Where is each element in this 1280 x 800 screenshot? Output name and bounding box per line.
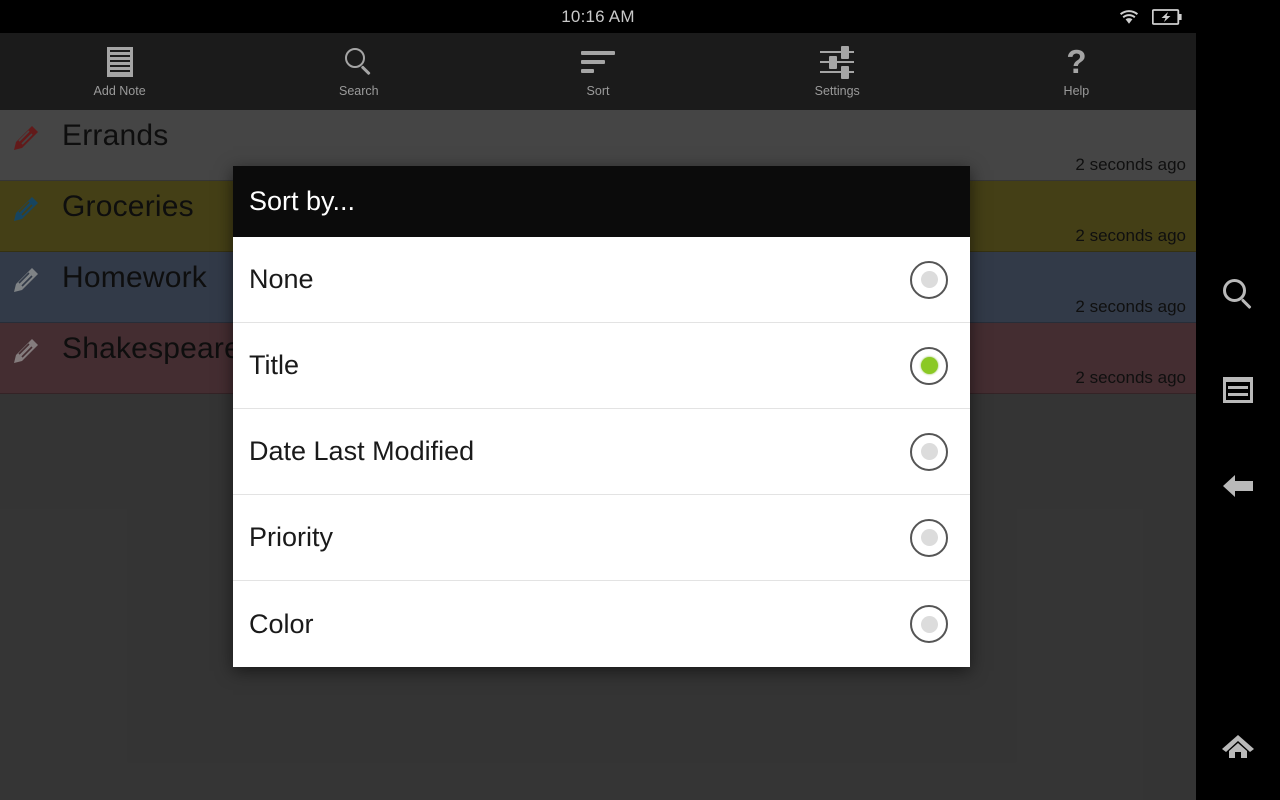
pencil-icon xyxy=(14,197,38,221)
sort-option-date-last-modified[interactable]: Date Last Modified xyxy=(233,409,970,495)
action-sort[interactable]: Sort xyxy=(478,33,717,110)
search-icon xyxy=(1223,279,1253,310)
status-bar: 10:16 AM xyxy=(0,0,1196,33)
pencil-icon xyxy=(14,126,38,150)
nav-home-button[interactable] xyxy=(1196,698,1280,794)
sort-option-title[interactable]: Title xyxy=(233,323,970,409)
note-timestamp: 2 seconds ago xyxy=(1075,226,1186,245)
note-title: Homework xyxy=(62,261,207,294)
radio-dot xyxy=(920,529,938,546)
note-title: Errands xyxy=(62,119,169,152)
device-viewport: 10:16 AM Add Note Search Sort Settings ?… xyxy=(0,0,1196,800)
radio-button[interactable] xyxy=(910,432,948,471)
action-sort-label: Sort xyxy=(586,83,610,98)
sort-option-label: Title xyxy=(249,350,300,380)
radio-button-selected[interactable] xyxy=(910,346,948,385)
action-search-label: Search xyxy=(339,83,379,98)
action-add-note[interactable]: Add Note xyxy=(0,33,239,110)
action-help-label: Help xyxy=(1063,83,1090,98)
nav-back-button[interactable] xyxy=(1196,438,1280,534)
action-search[interactable]: Search xyxy=(239,33,478,110)
note-timestamp: 2 seconds ago xyxy=(1075,368,1186,387)
sort-option-list: None Title Date Last Modified Priority Color xyxy=(233,237,970,667)
action-settings[interactable]: Settings xyxy=(718,33,957,110)
action-settings-label: Settings xyxy=(814,83,860,98)
back-arrow-icon xyxy=(1223,475,1253,497)
sort-option-label: Priority xyxy=(249,522,334,552)
action-add-note-label: Add Note xyxy=(93,83,146,98)
radio-dot xyxy=(920,271,938,288)
status-bar-icons xyxy=(1118,0,1182,33)
sort-option-label: Date Last Modified xyxy=(249,436,475,466)
note-title: Groceries xyxy=(62,190,194,223)
radio-dot xyxy=(920,443,938,460)
sort-option-color[interactable]: Color xyxy=(233,581,970,667)
sort-option-priority[interactable]: Priority xyxy=(233,495,970,581)
help-question-icon: ? xyxy=(1066,42,1087,80)
settings-sliders-icon xyxy=(820,45,855,79)
add-note-icon xyxy=(106,46,133,78)
home-icon xyxy=(1222,735,1254,758)
system-nav-bar xyxy=(1196,0,1280,800)
nav-search-button[interactable] xyxy=(1196,246,1280,342)
radio-button[interactable] xyxy=(910,518,948,557)
radio-dot xyxy=(920,357,938,374)
nav-recents-button[interactable] xyxy=(1196,342,1280,438)
dialog-header: Sort by... xyxy=(233,166,970,237)
action-help[interactable]: ? Help xyxy=(957,33,1196,110)
radio-dot xyxy=(920,615,938,633)
sort-option-label: None xyxy=(249,264,314,294)
screen: 10:16 AM Add Note Search Sort Settings ?… xyxy=(0,0,1280,800)
sort-by-dialog: Sort by... None Title Date Last Modified Pr… xyxy=(233,166,970,667)
note-timestamp: 2 seconds ago xyxy=(1075,297,1186,316)
note-title: Shakespeare xyxy=(62,332,241,365)
sort-icon xyxy=(581,46,615,78)
radio-button[interactable] xyxy=(910,260,948,299)
sort-option-label: Color xyxy=(249,608,314,639)
action-bar: Add Note Search Sort Settings ? Help xyxy=(0,33,1196,110)
battery-charging-icon xyxy=(1152,8,1182,25)
dialog-title: Sort by... xyxy=(249,186,356,216)
pencil-icon xyxy=(14,268,38,292)
search-icon xyxy=(344,46,373,78)
wifi-icon xyxy=(1119,10,1139,24)
recents-icon xyxy=(1223,377,1253,403)
note-timestamp: 2 seconds ago xyxy=(1075,155,1186,174)
pencil-icon xyxy=(14,339,38,363)
sort-option-none[interactable]: None xyxy=(233,237,970,323)
status-bar-clock: 10:16 AM xyxy=(561,6,635,26)
radio-button[interactable] xyxy=(910,605,948,643)
